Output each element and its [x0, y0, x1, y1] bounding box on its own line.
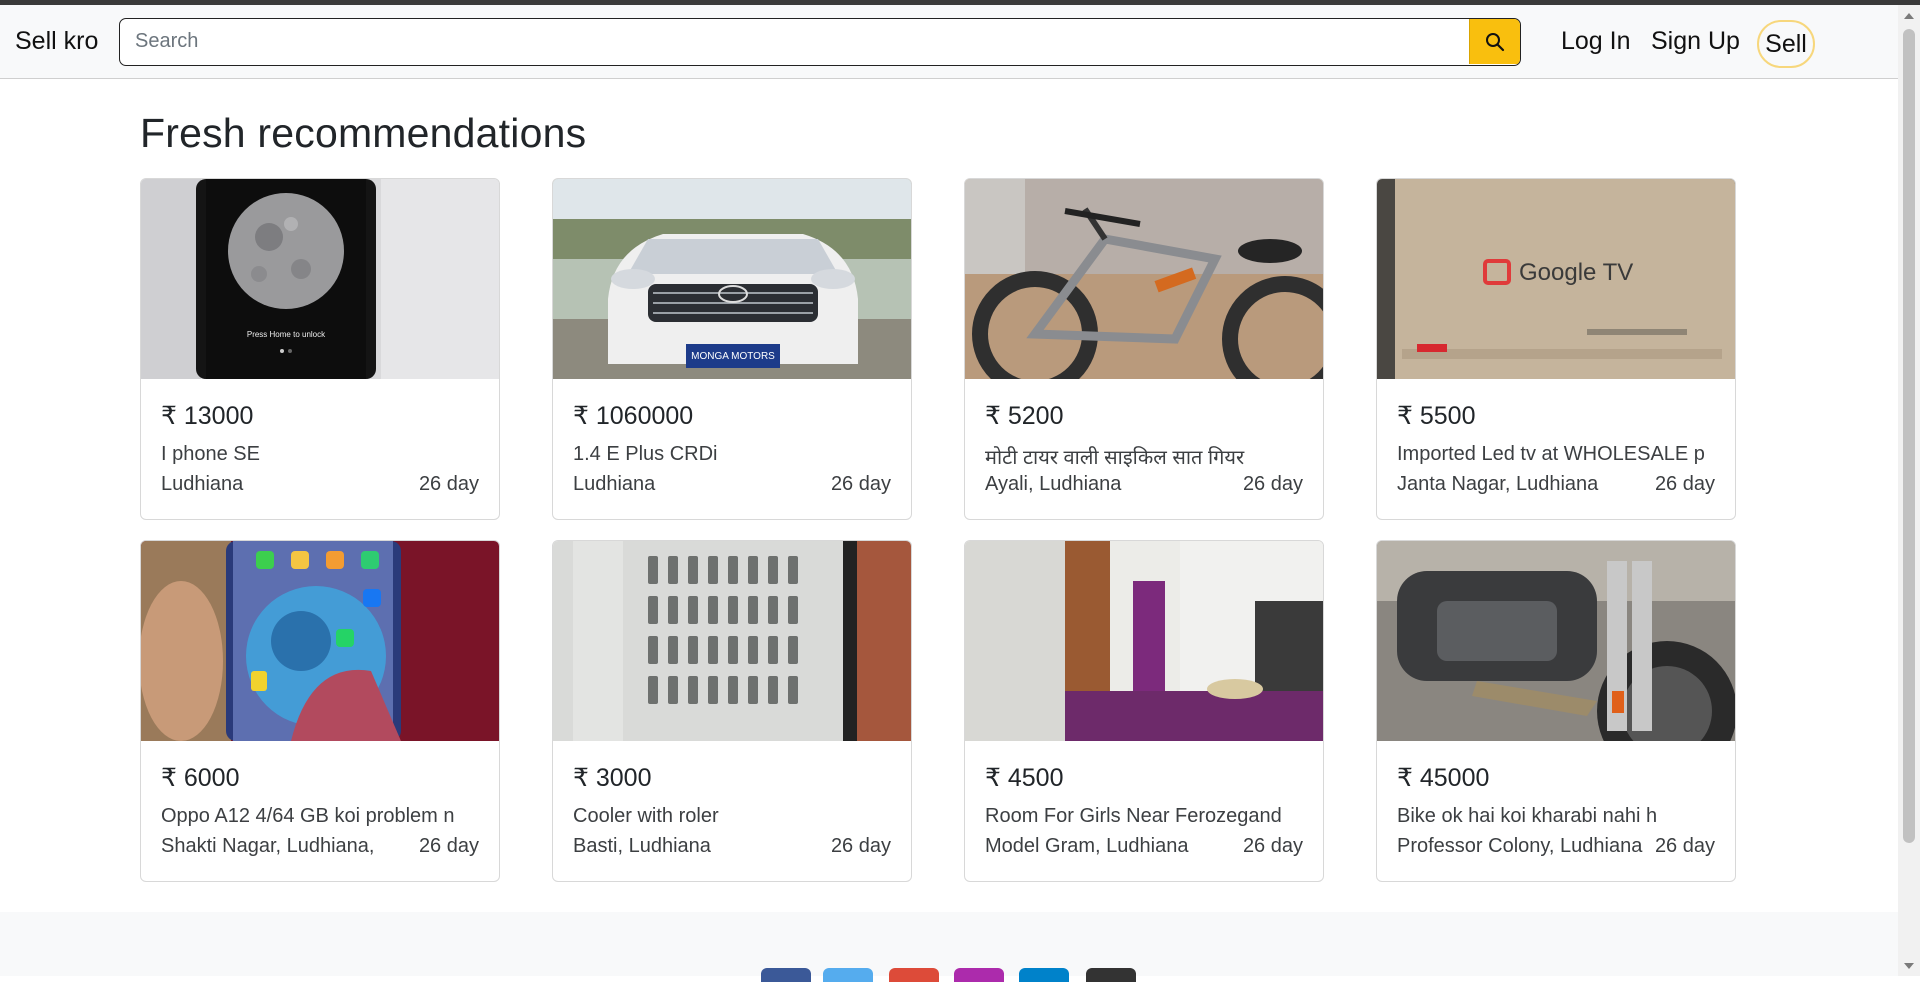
search-button[interactable] [1469, 19, 1520, 64]
listing-title: I phone SE [161, 443, 260, 465]
listing-location: Ludhiana [161, 473, 244, 495]
listing-card[interactable]: ₹ 4500 Room For Girls Near Ferozegand Mo… [964, 540, 1324, 882]
search-bar [119, 18, 1521, 66]
plate-text: MONGA MOTORS [691, 351, 775, 362]
phone-moon-image: Press Home to unlock [141, 179, 499, 379]
google-tv-box-image: Google TV [1377, 179, 1735, 379]
listing-location: Basti, Ludhiana [573, 835, 711, 857]
listing-title: Oppo A12 4/64 GB koi problem n [161, 805, 455, 827]
listing-price: ₹ 6000 [161, 764, 240, 792]
white-car-image: MONGA MOTORS [553, 179, 911, 379]
brand-logo[interactable]: Sell kro [15, 27, 98, 56]
listing-price: ₹ 1060000 [573, 402, 694, 430]
listing-title: मोटी टायर वाली साइकिल सात गियर [985, 447, 1245, 469]
listing-price: ₹ 5500 [1397, 402, 1476, 430]
listing-location: Model Gram, Ludhiana [985, 835, 1189, 857]
listing-age: 26 day [830, 473, 891, 495]
listing-location: Ayali, Ludhiana [985, 473, 1122, 495]
listing-location: Professor Colony, Ludhiana [1397, 835, 1643, 857]
listing-age: 26 day [1654, 473, 1715, 495]
facebook-icon[interactable] [761, 968, 811, 982]
page-scrollbar[interactable] [1898, 5, 1920, 976]
cooler-image [553, 541, 911, 741]
listing-age: 26 day [830, 835, 891, 857]
login-link[interactable]: Log In [1561, 27, 1631, 56]
listing-title: 1.4 E Plus CRDi [573, 443, 718, 465]
listing-title: Bike ok hai koi kharabi nahi h [1397, 805, 1658, 827]
listing-card[interactable]: ₹ 3000 Cooler with roler Basti, Ludhiana… [552, 540, 912, 882]
motorbike-image [1377, 541, 1735, 741]
listing-card[interactable]: ₹ 45000 Bike ok hai koi kharabi nahi h P… [1376, 540, 1736, 882]
listing-location: Ludhiana [573, 473, 656, 495]
listing-age: 26 day [1654, 835, 1715, 857]
sell-button[interactable]: Sell [1757, 20, 1815, 68]
google-icon[interactable] [889, 968, 939, 982]
listing-location: Janta Nagar, Ludhiana [1397, 473, 1599, 495]
github-icon[interactable] [1086, 968, 1136, 982]
navbar: Sell kro Log In Sign Up Sell [0, 5, 1898, 79]
listing-age: 26 day [418, 473, 479, 495]
oppo-phone-image [141, 541, 499, 741]
instagram-icon[interactable] [954, 968, 1004, 982]
listing-title: Imported Led tv at WHOLESALE p [1397, 443, 1705, 465]
signup-link[interactable]: Sign Up [1651, 27, 1740, 56]
scroll-down-arrow-icon[interactable] [1904, 963, 1914, 969]
section-title: Fresh recommendations [140, 110, 587, 156]
unlock-hint: Press Home to unlock [247, 330, 326, 339]
listing-price: ₹ 4500 [985, 764, 1064, 792]
listing-location: Shakti Nagar, Ludhiana, [161, 835, 375, 857]
footer [0, 912, 1898, 976]
search-input[interactable] [120, 19, 1470, 64]
twitter-icon[interactable] [823, 968, 873, 982]
search-icon [1486, 32, 1505, 51]
listing-title: Room For Girls Near Ferozegand [985, 805, 1282, 827]
listing-price: ₹ 45000 [1397, 764, 1490, 792]
scroll-up-arrow-icon[interactable] [1904, 13, 1914, 19]
listing-card[interactable]: MONGA MOTORS ₹ 1060000 1.4 E Plus CRDi L… [552, 178, 912, 520]
listing-title: Cooler with roler [573, 805, 719, 827]
bicycle-image [965, 179, 1323, 379]
room-image [965, 541, 1323, 741]
listing-card[interactable]: Google TV ₹ 5500 Imported Led tv at WHOL… [1376, 178, 1736, 520]
listing-card[interactable]: ₹ 5200 मोटी टायर वाली साइकिल सात गियर Ay… [964, 178, 1324, 520]
linkedin-icon[interactable] [1019, 968, 1069, 982]
scroll-thumb[interactable] [1903, 29, 1915, 843]
listing-price: ₹ 3000 [573, 764, 652, 792]
listing-card[interactable]: Press Home to unlock ₹ 13000 I phone SE … [140, 178, 500, 520]
tv-brand-text: Google TV [1519, 259, 1633, 286]
listing-age: 26 day [418, 835, 479, 857]
listing-card[interactable]: ₹ 6000 Oppo A12 4/64 GB koi problem n Sh… [140, 540, 500, 882]
listing-age: 26 day [1242, 473, 1303, 495]
listing-price: ₹ 5200 [985, 402, 1064, 430]
listing-price: ₹ 13000 [161, 402, 254, 430]
listing-age: 26 day [1242, 835, 1303, 857]
